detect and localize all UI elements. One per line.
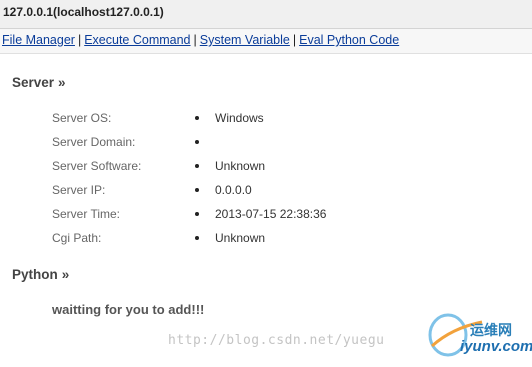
server-heading-text: Server bbox=[12, 75, 55, 90]
info-value: 0.0.0.0 bbox=[215, 183, 252, 197]
info-label: Server Domain: bbox=[52, 135, 136, 149]
info-label: Cgi Path: bbox=[52, 231, 102, 245]
nav-link-file-manager[interactable]: File Manager bbox=[2, 33, 75, 47]
nav-link-eval-python-code[interactable]: Eval Python Code bbox=[299, 33, 399, 47]
info-value: 2013-07-15 22:38:36 bbox=[215, 207, 327, 221]
nav-separator: | bbox=[193, 33, 197, 47]
nav-link-system-variable[interactable]: System Variable bbox=[200, 33, 290, 47]
window-title: 127.0.0.1(localhost127.0.0.1) bbox=[3, 5, 164, 19]
info-label: Server Software: bbox=[52, 159, 142, 173]
info-row-server-software: Server Software: Unknown bbox=[0, 159, 532, 177]
info-row-server-domain: Server Domain: bbox=[0, 135, 532, 153]
info-row-server-time: Server Time: 2013-07-15 22:38:36 bbox=[0, 207, 532, 225]
python-section-heading: Python» bbox=[12, 267, 69, 282]
bullet-icon bbox=[195, 164, 199, 168]
server-heading-arrow: » bbox=[58, 75, 66, 90]
info-label: Server Time: bbox=[52, 207, 121, 221]
window-titlebar: 127.0.0.1(localhost127.0.0.1) bbox=[0, 0, 532, 29]
server-section-heading: Server» bbox=[12, 75, 66, 90]
info-value: Windows bbox=[215, 111, 264, 125]
info-label: Server IP: bbox=[52, 183, 106, 197]
bullet-icon bbox=[195, 188, 199, 192]
info-row-cgi-path: Cgi Path: Unknown bbox=[0, 231, 532, 249]
python-heading-text: Python bbox=[12, 267, 58, 282]
info-row-server-os: Server OS: Windows bbox=[0, 111, 532, 129]
nav-separator: | bbox=[292, 33, 297, 47]
info-label: Server OS: bbox=[52, 111, 112, 125]
info-value: Unknown bbox=[215, 231, 266, 245]
logo-text-cn: 运维网 bbox=[470, 322, 512, 338]
watermark-url: http://blog.csdn.net/yuegu bbox=[168, 333, 385, 348]
bullet-icon bbox=[195, 116, 199, 120]
nav-bar: File Manager | Execute Command | System Vari… bbox=[0, 29, 532, 54]
info-row-server-ip: Server IP: 0.0.0.0 bbox=[0, 183, 532, 201]
info-value: Unknown bbox=[215, 159, 266, 173]
nav-separator: | bbox=[77, 33, 82, 47]
site-logo: 运维网 iyunv.com bbox=[422, 308, 532, 362]
nav-links: File Manager | Execute Command | System Vari… bbox=[2, 33, 399, 47]
python-waiting-message: waitting for you to add!!! bbox=[52, 302, 205, 317]
bullet-icon bbox=[195, 236, 199, 240]
logo-text-en: iyunv.com bbox=[460, 338, 532, 355]
nav-link-execute-command[interactable]: Execute Command bbox=[84, 33, 190, 47]
python-heading-arrow: » bbox=[61, 267, 70, 282]
bullet-icon bbox=[195, 212, 199, 216]
bullet-icon bbox=[195, 140, 199, 144]
